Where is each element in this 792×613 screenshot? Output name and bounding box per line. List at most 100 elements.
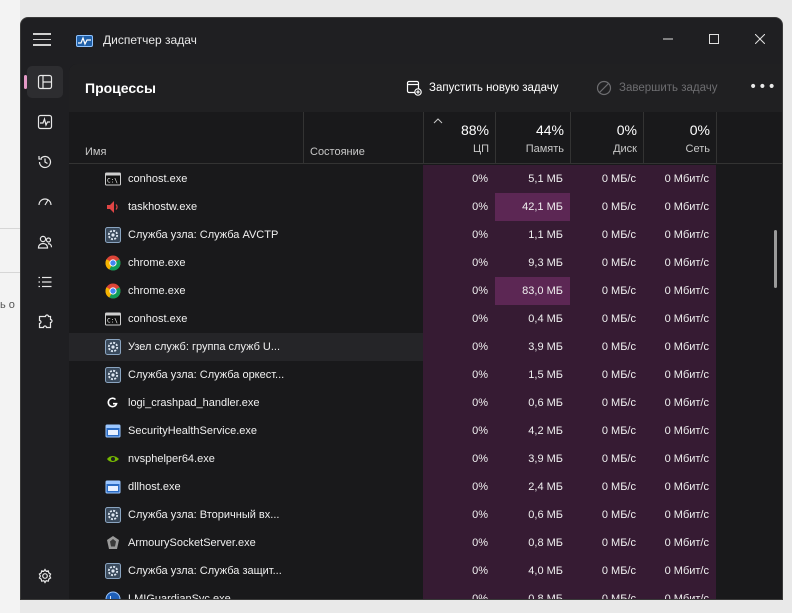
- memory-total-percent: 44%: [535, 122, 564, 138]
- console-icon: C:\: [105, 312, 121, 326]
- process-cpu: 0%: [423, 193, 495, 221]
- column-header-network[interactable]: 0% Сеть: [643, 112, 716, 164]
- run-new-task-button[interactable]: Запустить новую задачу: [406, 80, 559, 96]
- nav-settings[interactable]: [27, 560, 63, 592]
- process-name-cell: chrome.exe: [69, 249, 303, 277]
- process-memory: 0,4 МБ: [495, 305, 570, 333]
- process-cpu: 0%: [423, 417, 495, 445]
- process-row[interactable]: ArmourySocketServer.exe 0% 0,8 МБ 0 МБ/с 0 М…: [69, 529, 782, 557]
- process-row[interactable]: chrome.exe 0% 83,0 МБ 0 МБ/с 0 Мбит/с: [69, 277, 782, 305]
- process-row[interactable]: L LMIGuardianSvc.exe 0% 0,8 МБ 0 МБ/с 0 Мбит/…: [69, 585, 782, 599]
- hamburger-menu-icon[interactable]: [33, 33, 51, 49]
- process-memory: 0,8 МБ: [495, 529, 570, 557]
- block-icon: [596, 80, 612, 96]
- process-row[interactable]: logi_crashpad_handler.exe 0% 0,6 МБ 0 МБ/с 0…: [69, 389, 782, 417]
- speaker-icon: [107, 201, 118, 213]
- process-network: 0 Мбит/с: [643, 277, 716, 305]
- column-header-memory[interactable]: 44% Память: [495, 112, 570, 164]
- process-name: dllhost.exe: [128, 481, 181, 493]
- logitech-icon: [107, 397, 118, 408]
- process-name: Узел служб: группа служб U...: [128, 341, 281, 353]
- process-disk: 0 МБ/с: [570, 277, 643, 305]
- process-name-cell: Служба узла: Служба защит...: [69, 557, 303, 585]
- nav-services[interactable]: [27, 306, 63, 338]
- process-name-cell: dllhost.exe: [69, 473, 303, 501]
- service-gear-icon: [105, 339, 121, 355]
- more-options-button[interactable]: •••: [749, 79, 777, 95]
- process-cpu: 0%: [423, 221, 495, 249]
- process-row[interactable]: Служба узла: Вторичный вх... 0% 0,6 МБ 0 МБ…: [69, 501, 782, 529]
- process-name: nvsphelper64.exe: [128, 453, 215, 465]
- process-row[interactable]: Служба узла: Служба AVCTP 0% 1,1 МБ 0 МБ/с 0…: [69, 221, 782, 249]
- process-name: logi_crashpad_handler.exe: [128, 397, 260, 409]
- process-row[interactable]: C:\ conhost.exe 0% 0,4 МБ 0 МБ/с 0 Мбит/с: [69, 305, 782, 333]
- process-name-cell: nvsphelper64.exe: [69, 445, 303, 473]
- process-status-cell: [303, 305, 423, 333]
- end-task-button[interactable]: Завершить задачу: [596, 80, 717, 96]
- nav-processes[interactable]: [24, 66, 63, 98]
- nav-app-history[interactable]: [27, 146, 63, 178]
- column-header-disk[interactable]: 0% Диск: [570, 112, 643, 164]
- nav-details[interactable]: [27, 266, 63, 298]
- process-status-cell: [303, 221, 423, 249]
- lmi-icon: L: [105, 591, 121, 599]
- column-header-cpu[interactable]: 88% ЦП: [423, 112, 495, 164]
- process-name: Служба узла: Служба защит...: [128, 565, 282, 577]
- process-network: 0 Мбит/с: [643, 305, 716, 333]
- process-name-cell: Служба узла: Служба AVCTP: [69, 221, 303, 249]
- process-network: 0 Мбит/с: [643, 361, 716, 389]
- minimize-icon: [663, 38, 673, 40]
- disk-total-percent: 0%: [616, 122, 637, 138]
- page-title: Процессы: [85, 80, 156, 96]
- column-divider[interactable]: [303, 112, 304, 164]
- process-status-cell: [303, 529, 423, 557]
- title-bar: Диспетчер задач: [21, 18, 782, 64]
- column-header-name[interactable]: Имя: [85, 146, 106, 158]
- process-memory: 0,6 МБ: [495, 389, 570, 417]
- process-status-cell: [303, 333, 423, 361]
- process-row[interactable]: taskhostw.exe 0% 42,1 МБ 0 МБ/с 0 Мбит/с: [69, 193, 782, 221]
- process-status-cell: [303, 165, 423, 193]
- nav-users[interactable]: [27, 226, 63, 258]
- process-cpu: 0%: [423, 305, 495, 333]
- process-row[interactable]: SecurityHealthService.exe 0% 4,2 МБ 0 МБ/с 0…: [69, 417, 782, 445]
- minimize-button[interactable]: [645, 24, 691, 54]
- list-icon: [38, 276, 52, 288]
- run-new-task-label: Запустить новую задачу: [429, 82, 559, 94]
- chrome-icon: [105, 283, 121, 299]
- process-row[interactable]: chrome.exe 0% 9,3 МБ 0 МБ/с 0 Мбит/с: [69, 249, 782, 277]
- process-row[interactable]: nvsphelper64.exe 0% 3,9 МБ 0 МБ/с 0 Мбит/с: [69, 445, 782, 473]
- column-header-status[interactable]: Состояние: [310, 146, 365, 158]
- process-name-cell: Узел служб: группа служб U...: [69, 333, 303, 361]
- process-status-cell: [303, 277, 423, 305]
- cpu-total-percent: 88%: [460, 122, 489, 138]
- process-row[interactable]: Служба узла: Служба защит... 0% 4,0 МБ 0 МБ…: [69, 557, 782, 585]
- process-status-cell: [303, 193, 423, 221]
- process-cpu: 0%: [423, 445, 495, 473]
- process-network: 0 Мбит/с: [643, 585, 716, 599]
- close-button[interactable]: [737, 24, 782, 54]
- maximize-button[interactable]: [691, 24, 737, 54]
- process-row[interactable]: Служба узла: Служба оркест... 0% 1,5 МБ 0 М…: [69, 361, 782, 389]
- process-row[interactable]: dllhost.exe 0% 2,4 МБ 0 МБ/с 0 Мбит/с: [69, 473, 782, 501]
- process-row[interactable]: C:\ conhost.exe 0% 5,1 МБ 0 МБ/с 0 Мбит/с: [69, 165, 782, 193]
- toolbar: Процессы Запустить новую задачу Завершит…: [69, 64, 782, 112]
- vertical-scrollbar[interactable]: [774, 230, 777, 288]
- nav-performance[interactable]: [27, 106, 63, 138]
- process-cpu: 0%: [423, 165, 495, 193]
- process-disk: 0 МБ/с: [570, 557, 643, 585]
- process-name: chrome.exe: [128, 257, 186, 269]
- maximize-icon: [709, 34, 719, 44]
- process-row[interactable]: Узел служб: группа служб U... 0% 3,9 МБ 0 М…: [69, 333, 782, 361]
- process-name-cell: chrome.exe: [69, 277, 303, 305]
- nav-startup[interactable]: [27, 186, 63, 218]
- background-window-fragment: ь о: [0, 0, 20, 613]
- chrome-icon: [105, 255, 121, 271]
- process-network: 0 Мбит/с: [643, 221, 716, 249]
- process-name-cell: ArmourySocketServer.exe: [69, 529, 303, 557]
- column-divider[interactable]: [716, 112, 717, 164]
- process-network: 0 Мбит/с: [643, 473, 716, 501]
- end-task-label: Завершить задачу: [619, 82, 718, 94]
- process-memory: 3,9 МБ: [495, 445, 570, 473]
- process-network: 0 Мбит/с: [643, 249, 716, 277]
